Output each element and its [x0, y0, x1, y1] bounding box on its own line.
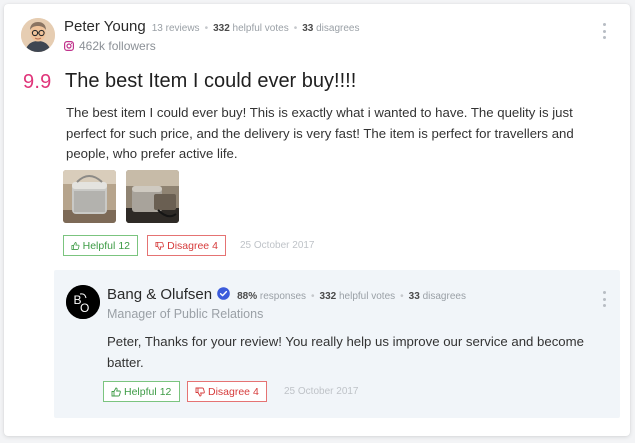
brand-role: Manager of Public Relations: [107, 307, 264, 321]
disagree-count: 4: [212, 239, 218, 252]
followers-count: 462k followers: [79, 39, 156, 53]
separator-dot: •: [293, 23, 298, 34]
verified-badge-icon: [217, 287, 230, 300]
helpful-label: Helpful: [124, 385, 157, 398]
svg-text:O: O: [80, 301, 89, 315]
helpful-count: 12: [118, 239, 130, 252]
disagree-label: Disagree: [208, 385, 251, 398]
user-avatar-image: [21, 18, 55, 52]
reply-date: 25 October 2017: [284, 386, 359, 397]
user-avatar[interactable]: [21, 18, 55, 52]
instagram-icon: [64, 41, 74, 51]
review-body: The best item I could ever buy! This is …: [66, 105, 574, 161]
review-header: Peter Young 13 reviews • 332 helpful votes…: [21, 18, 359, 53]
disagree-button[interactable]: Disagree 4: [147, 235, 226, 256]
product-photo-speaker-side[interactable]: [126, 170, 179, 223]
review-date: 25 October 2017: [240, 240, 315, 251]
reply-disagree-button[interactable]: Disagree 4: [187, 381, 267, 402]
product-photo-speaker-side-image: [126, 170, 179, 223]
thumbs-up-icon: [71, 241, 80, 250]
helpful-votes-label: helpful votes: [339, 291, 396, 302]
disagrees-number: 33: [408, 291, 420, 302]
thumbs-down-icon: [155, 241, 164, 250]
separator-dot: •: [204, 23, 209, 34]
author-info: Peter Young 13 reviews • 332 helpful votes…: [64, 18, 359, 53]
disagree-label: Disagree: [167, 239, 210, 252]
separator-dot: •: [400, 291, 404, 302]
helpful-button[interactable]: Helpful 12: [63, 235, 138, 256]
author-name[interactable]: Peter Young: [64, 18, 146, 35]
author-line: Peter Young 13 reviews • 332 helpful votes…: [64, 18, 359, 35]
bang-olufsen-logo-mark: B O: [66, 285, 100, 319]
brand-name[interactable]: Bang & Olufsen: [107, 286, 212, 303]
product-photo-speaker[interactable]: [63, 170, 116, 223]
followers-line: 462k followers: [64, 39, 359, 53]
responses-number: 88%: [237, 291, 258, 302]
brand-line: Bang & Olufsen 88% responses • 332 helpful…: [107, 286, 466, 303]
author-stats: 13 reviews • 332 helpful votes • 33 disagree…: [152, 23, 360, 34]
review-score: 9.9: [23, 71, 52, 93]
separator-dot: •: [311, 291, 315, 302]
helpful-count: 12: [159, 385, 172, 398]
product-photo-speaker-image: [63, 170, 116, 223]
helpful-votes-number: 332: [213, 23, 230, 34]
disagree-count: 4: [253, 385, 259, 398]
thumbs-down-icon: [195, 387, 205, 396]
disagrees-label: disagrees: [316, 23, 360, 34]
disagrees-label: disagrees: [422, 291, 466, 302]
helpful-votes-label: helpful votes: [232, 23, 289, 34]
brand-stats: 88% responses • 332 helpful votes • 33 disag…: [237, 291, 466, 302]
bang-olufsen-logo[interactable]: B O: [66, 285, 100, 319]
helpful-label: Helpful: [82, 239, 116, 252]
more-vertical-icon[interactable]: [597, 22, 611, 40]
reply-helpful-button[interactable]: Helpful 12: [103, 381, 180, 402]
brand-reply: B O Bang & Olufsen 88% responses • 332 hel…: [54, 270, 620, 418]
helpful-votes-number: 332: [319, 291, 337, 302]
reply-body: Peter, Thanks for your review! You reall…: [107, 334, 584, 370]
review-card: Peter Young 13 reviews • 332 helpful votes…: [4, 4, 630, 436]
review-title: The best Item I could ever buy!!!!: [65, 70, 357, 92]
responses-label: responses: [259, 291, 307, 302]
disagrees-number: 33: [302, 23, 314, 34]
reviews-count: 13 reviews: [151, 23, 200, 34]
thumbs-up-icon: [111, 387, 121, 396]
more-vertical-icon[interactable]: [597, 290, 611, 308]
